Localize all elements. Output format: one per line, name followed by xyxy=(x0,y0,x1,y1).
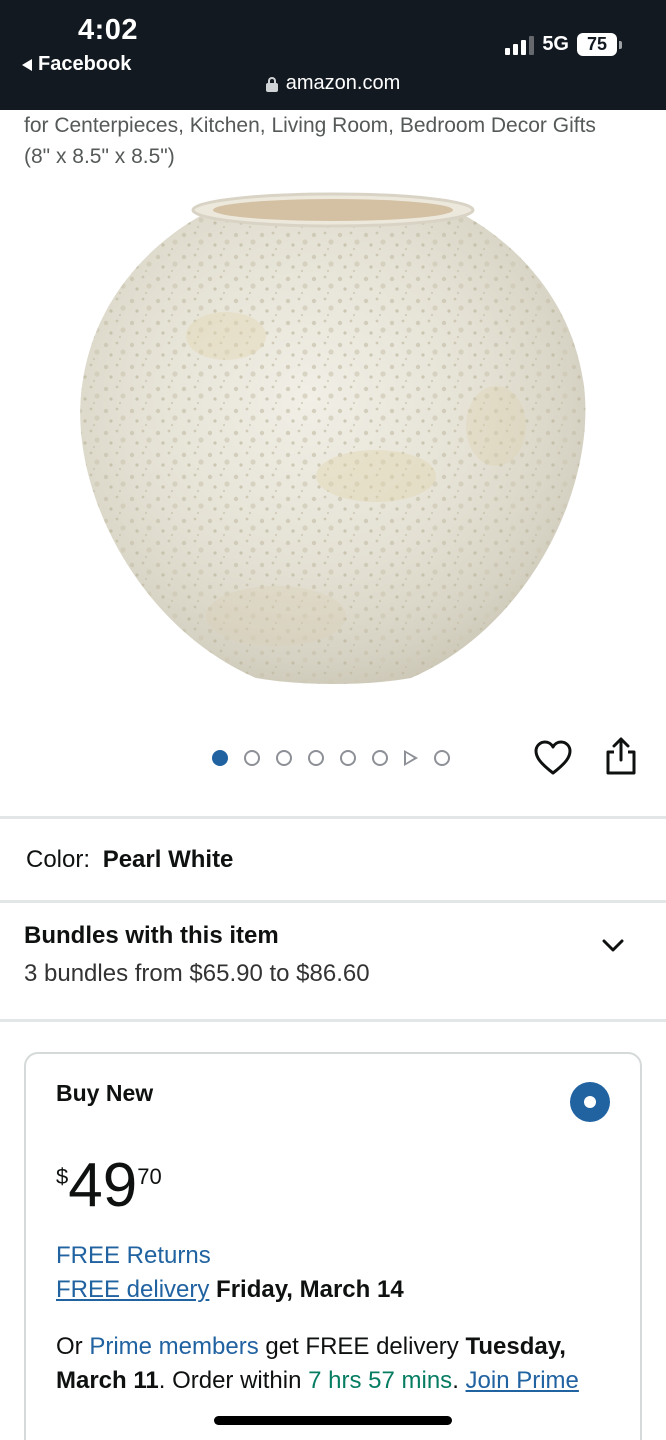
color-selector[interactable]: Color: Pearl White xyxy=(26,846,233,874)
play-icon[interactable] xyxy=(404,750,418,766)
back-triangle-icon xyxy=(22,58,32,71)
free-returns-link[interactable]: FREE Returns xyxy=(56,1242,211,1270)
buy-new-radio[interactable] xyxy=(570,1082,610,1122)
price-whole: 49 xyxy=(68,1151,138,1220)
url-text: amazon.com xyxy=(285,72,401,94)
battery-icon: 75 xyxy=(577,33,622,56)
divider xyxy=(0,1019,666,1022)
signal-icon xyxy=(505,35,535,55)
network-type: 5G xyxy=(542,33,569,55)
free-delivery-link[interactable]: FREE delivery xyxy=(56,1276,209,1303)
period: . xyxy=(452,1367,459,1394)
order-within: . Order within xyxy=(158,1367,302,1394)
join-prime-link[interactable]: Join Prime xyxy=(466,1367,579,1394)
price-symbol: $ xyxy=(56,1164,69,1189)
lock-icon xyxy=(265,76,278,92)
bundles-title: Bundles with this item xyxy=(24,922,279,949)
buy-new-box[interactable]: Buy New $ 49 70 FREE Returns FREE delive… xyxy=(24,1052,642,1440)
share-icon[interactable] xyxy=(604,736,638,776)
bundles-subtitle: 3 bundles from $65.90 to $86.60 xyxy=(24,960,370,987)
divider xyxy=(0,816,666,819)
pager-dot[interactable] xyxy=(340,750,356,766)
product-title: for Centerpieces, Kitchen, Living Room, … xyxy=(24,110,644,172)
divider xyxy=(0,900,666,903)
pager-dot[interactable] xyxy=(244,750,260,766)
countdown: 7 hrs 57 mins xyxy=(308,1367,453,1394)
pager-dot[interactable] xyxy=(434,750,450,766)
clock: 4:02 xyxy=(78,14,139,46)
prime-delivery-info: Or Prime members get FREE delivery Tuesd… xyxy=(56,1330,616,1398)
delivery-info: FREE delivery Friday, March 14 xyxy=(56,1276,404,1304)
prime-or: Or xyxy=(56,1333,83,1360)
delivery-date: Friday, March 14 xyxy=(216,1276,404,1303)
pager-dot[interactable] xyxy=(308,750,324,766)
pager-dot[interactable] xyxy=(276,750,292,766)
product-title-line: for Centerpieces, Kitchen, Living Room, … xyxy=(24,114,596,137)
color-label: Color: xyxy=(26,846,91,873)
buy-new-title: Buy New xyxy=(56,1080,154,1106)
pager-dot-active[interactable] xyxy=(212,750,228,766)
pager-dot[interactable] xyxy=(372,750,388,766)
url-bar[interactable]: amazon.com xyxy=(0,72,666,95)
color-value: Pearl White xyxy=(102,846,234,873)
heart-icon[interactable] xyxy=(534,740,572,776)
battery-level: 75 xyxy=(577,33,617,56)
price-fraction: 70 xyxy=(137,1164,162,1189)
product-image[interactable] xyxy=(76,186,590,686)
image-pager xyxy=(212,748,450,768)
prime-members-link[interactable]: Prime members xyxy=(89,1333,258,1360)
status-bar: 4:02 Facebook 5G 75 amazon.com xyxy=(0,0,666,110)
product-title-size: (8" x 8.5" x 8.5") xyxy=(24,145,175,168)
home-indicator[interactable] xyxy=(214,1416,452,1425)
price: $ 49 70 xyxy=(56,1154,162,1218)
chevron-down-icon[interactable] xyxy=(602,934,624,956)
bundles-section[interactable]: Bundles with this item 3 bundles from $6… xyxy=(24,922,644,988)
status-icons: 5G 75 xyxy=(505,33,622,56)
prime-get: get FREE delivery xyxy=(265,1333,459,1360)
